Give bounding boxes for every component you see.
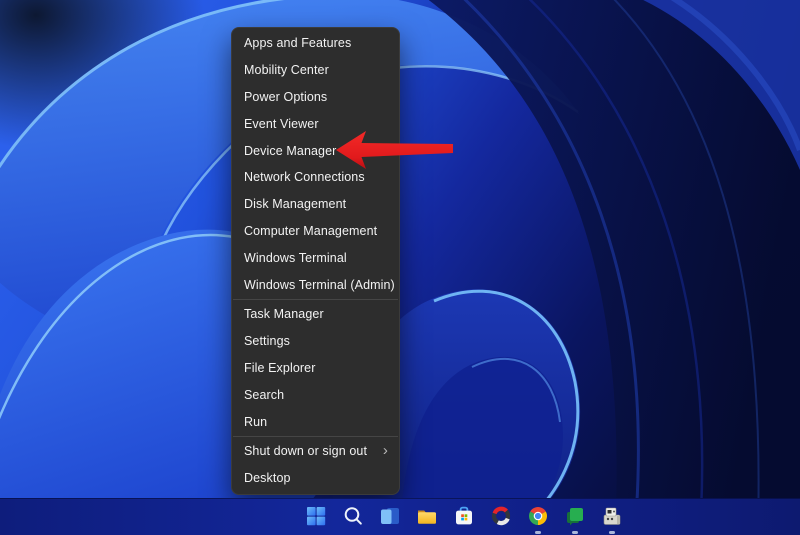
menu-item-label: Windows Terminal (Admin): [244, 277, 395, 292]
menu-item-computer-management[interactable]: Computer Management: [232, 218, 399, 245]
menu-item-network-connections[interactable]: Network Connections: [232, 164, 399, 191]
menu-item-label: Search: [244, 387, 285, 402]
running-indicator: [535, 531, 541, 534]
taskbar: [0, 498, 800, 535]
menu-item-label: Windows Terminal: [244, 250, 347, 265]
folder-icon: [418, 510, 436, 524]
chrome-button[interactable]: [526, 504, 550, 535]
google-chat-button[interactable]: [563, 504, 587, 535]
menu-item-device-manager[interactable]: Device Manager: [232, 137, 399, 164]
task-view-button[interactable]: [378, 504, 402, 535]
menu-item-label: Disk Management: [244, 197, 347, 212]
menu-item-label: Event Viewer: [244, 116, 319, 131]
menu-item-label: Apps and Features: [244, 36, 352, 51]
menu-item-label: Settings: [244, 334, 290, 349]
search-icon: [344, 507, 362, 525]
menu-item-run[interactable]: Run: [232, 408, 399, 435]
menu-item-file-explorer[interactable]: File Explorer: [232, 355, 399, 382]
menu-separator: [233, 435, 398, 437]
menu-item-label: Computer Management: [244, 223, 378, 238]
task-view-icon: [381, 508, 399, 524]
ring-app-button[interactable]: [489, 504, 513, 535]
search-button[interactable]: [341, 504, 365, 535]
menu-item-search[interactable]: Search: [232, 381, 399, 408]
windows-start-icon: [307, 507, 326, 526]
menu-item-label: Network Connections: [244, 170, 365, 185]
menu-item-power-options[interactable]: Power Options: [232, 84, 399, 111]
menu-item-label: Device Manager: [244, 143, 337, 158]
menu-item-shut-down-or-sign-out[interactable]: Shut down or sign out ›: [232, 438, 399, 465]
menu-item-windows-terminal-admin[interactable]: Windows Terminal (Admin): [232, 271, 399, 298]
desktop-wallpaper: [0, 0, 800, 535]
menu-item-windows-terminal[interactable]: Windows Terminal: [232, 244, 399, 271]
menu-item-label: Run: [244, 414, 268, 429]
chrome-icon: [529, 507, 547, 525]
menu-item-apps-and-features[interactable]: Apps and Features: [232, 30, 399, 57]
file-explorer-button[interactable]: [415, 504, 439, 535]
device-manager-icon: [603, 507, 621, 525]
menu-item-label: Desktop: [244, 471, 291, 486]
menu-item-label: Shut down or sign out: [244, 444, 368, 459]
menu-item-label: Mobility Center: [244, 63, 329, 78]
menu-item-settings[interactable]: Settings: [232, 328, 399, 355]
device-manager-button[interactable]: [600, 504, 624, 535]
menu-item-desktop[interactable]: Desktop: [232, 465, 399, 492]
running-indicator: [572, 531, 578, 534]
menu-item-task-manager[interactable]: Task Manager: [232, 301, 399, 328]
start-button[interactable]: [304, 504, 328, 535]
menu-separator: [233, 298, 398, 300]
taskbar-icon-group: [304, 504, 624, 535]
menu-item-label: Power Options: [244, 89, 328, 104]
google-chat-icon: [567, 508, 583, 526]
menu-item-mobility-center[interactable]: Mobility Center: [232, 57, 399, 84]
microsoft-store-button[interactable]: [452, 504, 476, 535]
winx-context-menu: Apps and Features Mobility Center Power …: [231, 27, 400, 495]
running-indicator: [609, 531, 615, 534]
menu-item-label: Task Manager: [244, 307, 324, 322]
menu-item-label: File Explorer: [244, 360, 316, 375]
ring-app-icon: [491, 506, 511, 526]
menu-item-event-viewer[interactable]: Event Viewer: [232, 110, 399, 137]
chevron-right-icon: ›: [382, 442, 388, 460]
microsoft-store-icon: [456, 506, 472, 525]
menu-item-disk-management[interactable]: Disk Management: [232, 191, 399, 218]
desktop-screen: Apps and Features Mobility Center Power …: [0, 0, 800, 535]
